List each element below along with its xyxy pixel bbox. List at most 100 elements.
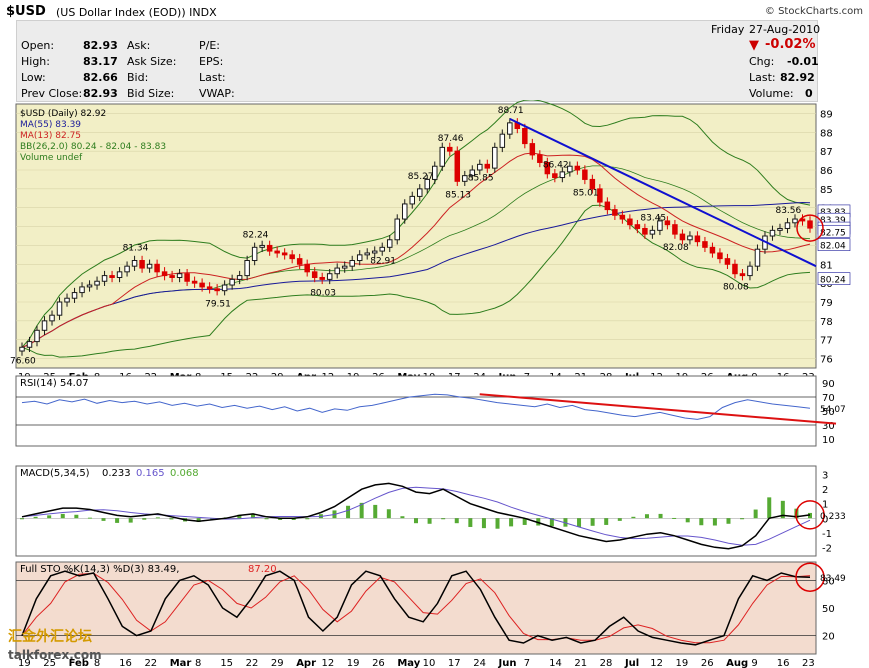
price-axis-tick: 81 [820, 260, 833, 271]
quote-panel: Open: 82.93 High: 83.17 Low: 82.66 Prev … [16, 20, 821, 102]
candle-body [41, 320, 48, 331]
x-axis-tick-bottom: 12 [321, 658, 334, 668]
x-axis-tick-bottom: 9 [751, 658, 757, 668]
candle-body [417, 188, 423, 197]
price-annotation: 83.45 [640, 213, 666, 223]
rsi-panel [15, 375, 817, 447]
price-legend-entry: $USD (Daily) 82.92 [20, 109, 106, 119]
price-annotation: 85.13 [445, 190, 471, 200]
candle-body [154, 263, 160, 273]
candle-body [236, 275, 243, 280]
price-annotation: 85.85 [468, 173, 494, 183]
x-axis-tick-bottom: 14 [549, 658, 562, 668]
candle-body [334, 267, 340, 275]
copyright-text[interactable]: © StockCharts.com [765, 6, 863, 17]
macd-histogram-bar [441, 518, 446, 520]
x-axis-tick-bottom: 17 [448, 658, 461, 668]
price-annotation: 76.60 [10, 356, 36, 366]
macd-legend-value-3: 0.068 [170, 468, 199, 479]
candle-body [266, 244, 273, 252]
candle-body [176, 273, 183, 278]
candle-body [574, 165, 581, 171]
x-axis-tick-bottom: 8 [195, 658, 201, 668]
candle-body [702, 241, 708, 248]
x-axis-tick-bottom: Apr [296, 658, 316, 668]
macd-histogram-bar [740, 518, 745, 520]
candle-body [694, 235, 701, 243]
price-axis-tick: 85 [820, 185, 833, 196]
macd-histogram-bar [414, 518, 418, 524]
x-axis-tick-bottom: Aug [726, 658, 748, 668]
x-axis-tick-bottom: 24 [473, 658, 486, 668]
macd-histogram-bar [481, 518, 486, 529]
price-axis-tick: 77 [820, 336, 833, 347]
candle-body [251, 246, 258, 262]
candle-body [649, 229, 656, 235]
bid-label: Bid: [127, 71, 149, 84]
macd-histogram-bar [305, 518, 310, 520]
macd-axis-tick: -1 [822, 529, 832, 540]
macd-histogram-bar [767, 497, 772, 519]
candle-body [64, 297, 70, 303]
candle-body [304, 263, 310, 273]
candle-body [379, 246, 385, 252]
macd-histogram-bar [685, 518, 690, 523]
macd-legend-value-2: 0.165 [136, 468, 165, 479]
macd-histogram-bar [101, 518, 106, 521]
candle-body [244, 260, 250, 277]
candle-body [124, 265, 130, 273]
candle-body [582, 169, 588, 180]
candle-body [769, 229, 776, 237]
candle-body [191, 280, 198, 284]
macd-axis-tick: 3 [822, 471, 828, 482]
macd-histogram-bar [726, 518, 731, 524]
price-tag: 82.75 [820, 228, 846, 238]
exchange-code: INDX [189, 6, 217, 19]
x-axis-tick-bottom: 22 [246, 658, 259, 668]
x-axis-tick-bottom: 19 [676, 658, 689, 668]
candle-body [522, 128, 528, 145]
candle-body [19, 346, 25, 352]
macd-histogram-bar [128, 518, 133, 523]
candle-body [672, 224, 678, 235]
ask-label: Ask: [127, 39, 151, 52]
candle-body [777, 227, 783, 231]
candle-body [341, 265, 348, 269]
macd-axis-tick: -2 [822, 543, 832, 554]
chart-area[interactable]: 767778798081828384858687888976.6081.3479… [0, 100, 869, 668]
candle-body [492, 146, 498, 169]
price-annotation: 80.08 [723, 283, 749, 293]
candle-body [161, 271, 168, 277]
macd-axis-tick: 2 [822, 485, 828, 496]
candle-body [131, 260, 138, 267]
price-annotation: 80.03 [310, 288, 336, 298]
candle-body [634, 224, 641, 229]
quote-date: 27-Aug-2010 [749, 23, 821, 36]
candle-body [462, 175, 468, 182]
price-legend-entry: BB(26,2.0) 80.24 - 82.04 - 83.83 [20, 142, 166, 152]
chg-value: -0.01 [787, 55, 819, 68]
candle-body [642, 227, 648, 235]
candle-body [709, 246, 716, 254]
candle-body [754, 248, 761, 267]
candle-body [116, 271, 123, 278]
candle-body [296, 258, 303, 265]
macd-histogram-bar [699, 518, 704, 526]
rsi-axis-tick: 70 [822, 393, 835, 404]
x-axis-tick-bottom: 19 [347, 658, 360, 668]
candle-body [71, 292, 78, 299]
watermark-chinese: 汇金外汇论坛 [8, 629, 92, 645]
macd-histogram-bar [47, 515, 52, 519]
x-axis-tick-bottom: 7 [524, 658, 530, 668]
x-axis-tick-bottom: Jul [624, 658, 639, 668]
candle-body [792, 218, 798, 224]
price-annotation: 82.08 [663, 243, 689, 253]
candle-body [717, 252, 723, 260]
macd-histogram-bar [169, 518, 174, 520]
pe-label: P/E: [199, 39, 220, 52]
candle-body [732, 263, 738, 275]
candle-body [409, 195, 415, 205]
candle-body [311, 271, 318, 278]
open-label: Open: [21, 39, 55, 52]
vwap-label: VWAP: [199, 87, 235, 100]
